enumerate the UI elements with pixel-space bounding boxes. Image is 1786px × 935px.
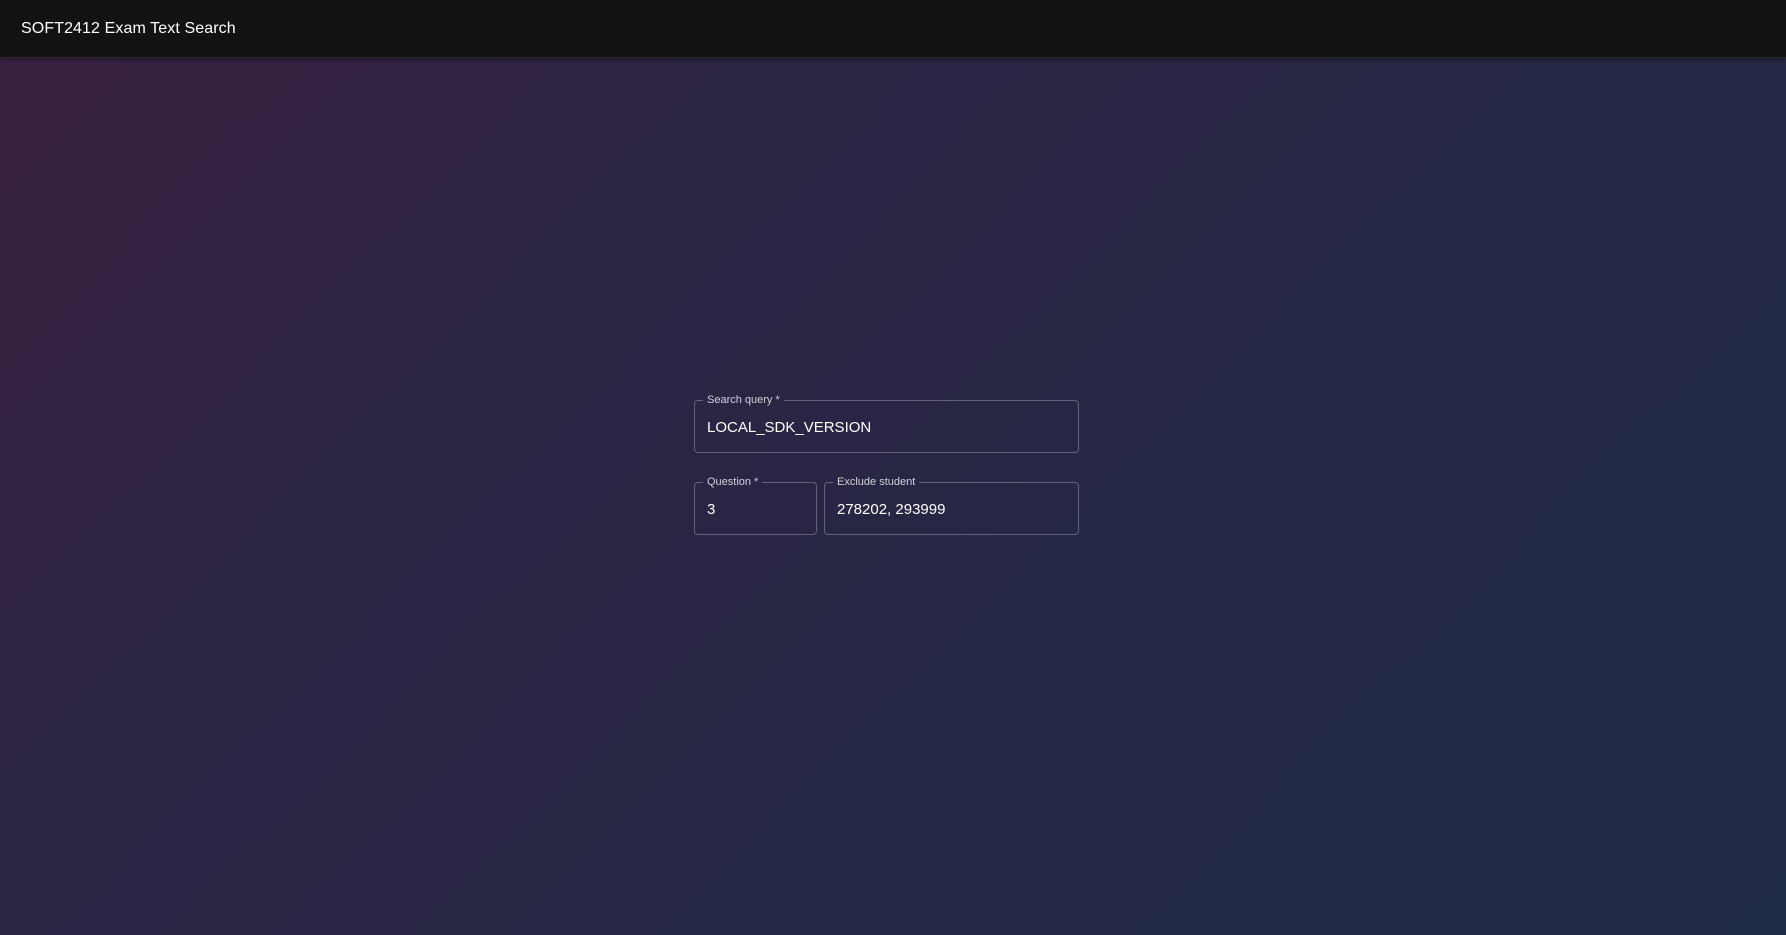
question-input[interactable]: [694, 483, 817, 535]
exclude-student-field[interactable]: Exclude student Exclude student: [824, 476, 1079, 535]
exclude-student-input[interactable]: [824, 483, 1079, 535]
app-bar: SOFT2412 Exam Text Search: [0, 0, 1786, 58]
search-query-input[interactable]: [694, 401, 1079, 453]
question-field[interactable]: Question * Question *: [694, 476, 817, 535]
app-title: SOFT2412 Exam Text Search: [21, 19, 236, 37]
search-query-field[interactable]: Search query * Search query *: [694, 394, 1079, 453]
